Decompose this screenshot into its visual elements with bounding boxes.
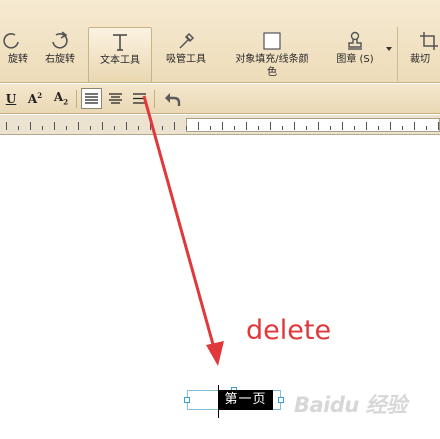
underline-icon: U [5, 91, 17, 106]
watermark: Baidu 经验 [294, 393, 407, 417]
align-center-button[interactable] [105, 88, 126, 109]
ruler-tick [150, 122, 151, 130]
text-cursor [218, 385, 219, 418]
text-tool-label: 文本工具 [100, 55, 140, 66]
ruler-tick [42, 126, 43, 130]
ruler-tick [66, 126, 67, 130]
ruler-tick [222, 122, 223, 130]
horizontal-ruler [0, 115, 440, 135]
rotate-left-label: 旋转 [8, 54, 28, 65]
align-justify-icon [133, 93, 146, 104]
ruler-tick [438, 122, 439, 130]
crop-label: 裁切 [410, 54, 430, 65]
fill-color-label: 对象填充/线条颜 [235, 54, 309, 65]
ruler-tick [294, 122, 295, 130]
stamp-button[interactable]: 图章 (S) [330, 27, 380, 83]
fill-color-button[interactable]: 对象填充/线条颜 色 [222, 27, 322, 83]
format-toolbar: U A2 A2 [0, 84, 440, 114]
ruler-tick [198, 122, 199, 130]
ruler-tick [90, 126, 91, 130]
ruler-tick [258, 126, 259, 130]
crop-button[interactable]: 裁切 [404, 27, 440, 83]
ruler-tick [30, 122, 31, 130]
rotate-right-icon [52, 31, 68, 49]
format-separator [76, 90, 77, 108]
rotate-right-label: 右旋转 [45, 54, 75, 65]
ruler-tick [54, 122, 55, 130]
ruler-tick [426, 126, 427, 130]
ruler-tick [270, 122, 271, 130]
superscript-icon: A2 [27, 91, 43, 106]
ruler-tick [174, 122, 175, 130]
subscript-button[interactable]: A2 [50, 88, 72, 109]
undo-arrow-icon [165, 92, 181, 106]
ruler-tick [378, 126, 379, 130]
eyedropper-button[interactable]: 吸管工具 [158, 27, 214, 83]
ruler-tick [246, 122, 247, 130]
ruler-tick [102, 122, 103, 130]
ruler-tick [282, 126, 283, 130]
stamp-icon [348, 31, 362, 50]
rotate-left-button[interactable]: 旋转 [0, 27, 34, 83]
ruler-tick [162, 126, 163, 130]
ruler-tick [330, 126, 331, 130]
resize-handle-right[interactable] [278, 397, 284, 403]
ruler-tick [138, 126, 139, 130]
ruler-tick [318, 122, 319, 130]
fill-color-icon [263, 32, 281, 50]
eyedropper-label: 吸管工具 [166, 54, 206, 65]
align-center-icon [109, 93, 122, 104]
fill-color-label-line2: 色 [267, 67, 277, 78]
stamp-dropdown-icon[interactable] [386, 47, 392, 51]
align-left-button[interactable] [81, 88, 102, 109]
ruler-tick [18, 126, 19, 130]
rotate-right-button[interactable]: 右旋转 [36, 27, 84, 83]
ruler-tick [402, 126, 403, 130]
rotate-left-icon [3, 33, 19, 49]
ruler-tick [78, 122, 79, 130]
selected-text[interactable]: 第一页 [218, 390, 273, 410]
undo-button[interactable] [160, 88, 184, 109]
ruler-tick [186, 126, 187, 130]
ruler-tick [210, 126, 211, 130]
ruler-tick [366, 122, 367, 130]
stamp-label: 图章 (S) [336, 54, 374, 65]
ruler-tick [126, 122, 127, 130]
ruler-tick [342, 122, 343, 130]
ribbon-separator [397, 27, 398, 81]
underline-button[interactable]: U [2, 88, 20, 109]
superscript-button[interactable]: A2 [24, 88, 46, 109]
ruler-tick [390, 122, 391, 130]
annotation-label: delete [246, 315, 332, 346]
ruler-tick [234, 126, 235, 130]
ruler-tick [6, 122, 7, 130]
align-left-icon [85, 93, 98, 104]
eyedropper-icon [179, 32, 195, 49]
ruler-tick [114, 126, 115, 130]
ruler-tick [414, 122, 415, 130]
align-justify-button[interactable] [129, 88, 150, 109]
format-separator [154, 90, 155, 108]
subscript-icon: A2 [53, 90, 69, 107]
resize-handle-left[interactable] [184, 397, 190, 403]
ribbon-toolbar: 旋转 右旋转 文本工具 吸管工具 对象填充/线条颜 色 图章 (S) 裁切 [0, 0, 440, 83]
ruler-tick [354, 126, 355, 130]
text-tool-icon [113, 34, 127, 51]
text-tool-button[interactable]: 文本工具 [88, 27, 152, 83]
ruler-tick [306, 126, 307, 130]
crop-icon [420, 32, 438, 50]
